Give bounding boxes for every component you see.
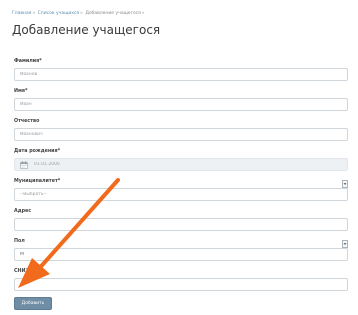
breadcrumb-students-link[interactable]: Список учащихся: [38, 11, 79, 16]
address-label: Адрес: [14, 209, 32, 214]
breadcrumb-separator: »: [141, 11, 145, 16]
breadcrumb-separator: »: [80, 11, 83, 16]
patronymic-input[interactable]: Иванович: [14, 128, 348, 141]
municipality-select-value: --Выбрать--: [20, 192, 47, 197]
gender-label: Пол: [14, 239, 25, 244]
breadcrumb-home-link[interactable]: Главная: [12, 11, 31, 16]
surname-field: Фамилия* Иванов: [14, 58, 350, 81]
snils-input[interactable]: [14, 278, 348, 291]
surname-input-value: Иванов: [20, 72, 38, 77]
municipality-field: Муниципалитет* --Выбрать--: [14, 178, 350, 201]
calendar-icon[interactable]: [20, 160, 28, 169]
page-header: Главная» Список учащихся» Добавление уча…: [12, 10, 350, 38]
snils-label: СНИЛС: [14, 269, 34, 274]
patronymic-field: Отчество Иванович: [14, 118, 350, 141]
municipality-label: Муниципалитет*: [14, 179, 61, 184]
breadcrumb-separator: »: [32, 11, 36, 16]
chevron-down-icon[interactable]: [342, 240, 348, 248]
birth-date-input[interactable]: 01.01.2000: [14, 158, 348, 171]
gender-select[interactable]: М: [14, 240, 348, 261]
address-field: Адрес: [14, 208, 350, 231]
gender-field: Пол М: [14, 238, 350, 261]
page-title: Добавление учащегося: [12, 23, 161, 37]
address-input[interactable]: [14, 218, 348, 231]
patronymic-label: Отчество: [14, 119, 40, 124]
surname-input[interactable]: Иванов: [14, 68, 348, 81]
birth-date-field: Дата рождения* 01.01.2000: [14, 148, 350, 171]
name-input-value: Иван: [20, 102, 32, 107]
name-field: Имя* Иван: [14, 88, 350, 111]
breadcrumb-current: Добавление учащегося: [85, 11, 141, 16]
breadcrumb: Главная» Список учащихся» Добавление уча…: [12, 10, 350, 18]
name-input[interactable]: Иван: [14, 98, 348, 111]
birth-date-input-value: 01.01.2000: [34, 162, 60, 167]
snils-field: СНИЛС: [14, 268, 350, 291]
patronymic-input-value: Иванович: [20, 132, 43, 137]
birth-date-label: Дата рождения*: [14, 149, 61, 154]
chevron-down-icon[interactable]: [342, 180, 348, 188]
name-label: Имя*: [14, 89, 28, 94]
add-button[interactable]: Добавить: [14, 297, 52, 310]
municipality-select[interactable]: --Выбрать--: [14, 180, 348, 201]
gender-select-value: М: [20, 252, 24, 257]
add-student-form: Фамилия* Иванов Имя* Иван Отчество Ивано…: [14, 58, 350, 291]
surname-label: Фамилия*: [14, 59, 42, 64]
